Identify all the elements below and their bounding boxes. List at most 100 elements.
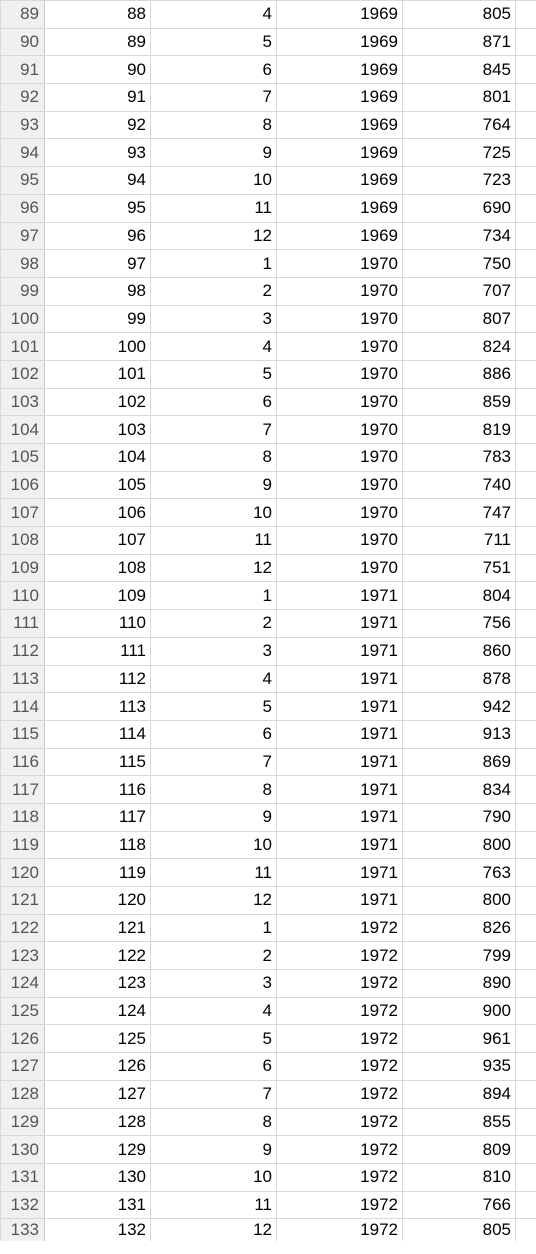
cell[interactable]: [516, 499, 536, 527]
cell[interactable]: 1969: [277, 28, 403, 56]
cell[interactable]: 7: [151, 748, 277, 776]
cell[interactable]: 801: [403, 84, 516, 112]
cell[interactable]: 128: [45, 1108, 151, 1136]
cell[interactable]: 12: [151, 554, 277, 582]
cell[interactable]: [516, 859, 536, 887]
row-header[interactable]: 119: [1, 831, 45, 859]
cell[interactable]: 1972: [277, 1219, 403, 1241]
row-header[interactable]: 128: [1, 1080, 45, 1108]
cell[interactable]: 93: [45, 139, 151, 167]
cell[interactable]: 5: [151, 28, 277, 56]
cell[interactable]: [516, 56, 536, 84]
cell[interactable]: [516, 444, 536, 472]
cell[interactable]: [516, 803, 536, 831]
cell[interactable]: 766: [403, 1191, 516, 1219]
cell[interactable]: 1970: [277, 250, 403, 278]
cell[interactable]: 112: [45, 665, 151, 693]
cell[interactable]: 707: [403, 277, 516, 305]
cell[interactable]: 756: [403, 610, 516, 638]
cell[interactable]: 117: [45, 803, 151, 831]
cell[interactable]: [516, 333, 536, 361]
cell[interactable]: 1971: [277, 748, 403, 776]
cell[interactable]: 114: [45, 720, 151, 748]
cell[interactable]: 5: [151, 360, 277, 388]
cell[interactable]: 132: [45, 1219, 151, 1241]
cell[interactable]: [516, 831, 536, 859]
row-header[interactable]: 90: [1, 28, 45, 56]
cell[interactable]: 740: [403, 471, 516, 499]
cell[interactable]: 1972: [277, 1163, 403, 1191]
cell[interactable]: 942: [403, 693, 516, 721]
cell[interactable]: 124: [45, 997, 151, 1025]
cell[interactable]: 12: [151, 222, 277, 250]
cell[interactable]: 123: [45, 970, 151, 998]
cell[interactable]: [516, 637, 536, 665]
row-header[interactable]: 93: [1, 111, 45, 139]
cell[interactable]: 88: [45, 1, 151, 29]
cell[interactable]: [516, 360, 536, 388]
cell[interactable]: 94: [45, 167, 151, 195]
cell[interactable]: 734: [403, 222, 516, 250]
cell[interactable]: 10: [151, 831, 277, 859]
cell[interactable]: [516, 914, 536, 942]
cell[interactable]: 102: [45, 388, 151, 416]
cell[interactable]: [516, 527, 536, 555]
cell[interactable]: [516, 1219, 536, 1241]
cell[interactable]: [516, 250, 536, 278]
cell[interactable]: 6: [151, 1053, 277, 1081]
cell[interactable]: 886: [403, 360, 516, 388]
cell[interactable]: 961: [403, 1025, 516, 1053]
cell[interactable]: 126: [45, 1053, 151, 1081]
cell[interactable]: [516, 277, 536, 305]
cell[interactable]: 127: [45, 1080, 151, 1108]
cell[interactable]: 8: [151, 444, 277, 472]
row-header[interactable]: 129: [1, 1108, 45, 1136]
cell[interactable]: [516, 1053, 536, 1081]
row-header[interactable]: 133: [1, 1219, 45, 1241]
cell[interactable]: 1969: [277, 222, 403, 250]
cell[interactable]: 763: [403, 859, 516, 887]
cell[interactable]: 1971: [277, 776, 403, 804]
cell[interactable]: 120: [45, 887, 151, 915]
row-header[interactable]: 100: [1, 305, 45, 333]
cell[interactable]: 1972: [277, 914, 403, 942]
cell[interactable]: 723: [403, 167, 516, 195]
cell[interactable]: 6: [151, 720, 277, 748]
cell[interactable]: 111: [45, 637, 151, 665]
cell[interactable]: 7: [151, 1080, 277, 1108]
cell[interactable]: 12: [151, 887, 277, 915]
row-header[interactable]: 104: [1, 416, 45, 444]
cell[interactable]: 1971: [277, 637, 403, 665]
cell[interactable]: 1972: [277, 1080, 403, 1108]
cell[interactable]: 783: [403, 444, 516, 472]
cell[interactable]: [516, 167, 536, 195]
row-header[interactable]: 125: [1, 997, 45, 1025]
cell[interactable]: 1: [151, 582, 277, 610]
cell[interactable]: 131: [45, 1191, 151, 1219]
cell[interactable]: 97: [45, 250, 151, 278]
cell[interactable]: 790: [403, 803, 516, 831]
cell[interactable]: [516, 1136, 536, 1164]
cell[interactable]: [516, 139, 536, 167]
cell[interactable]: 7: [151, 84, 277, 112]
row-header[interactable]: 107: [1, 499, 45, 527]
cell[interactable]: 118: [45, 831, 151, 859]
cell[interactable]: 819: [403, 416, 516, 444]
row-header[interactable]: 118: [1, 803, 45, 831]
cell[interactable]: 805: [403, 1219, 516, 1241]
cell[interactable]: 1970: [277, 554, 403, 582]
cell[interactable]: 104: [45, 444, 151, 472]
cell[interactable]: 121: [45, 914, 151, 942]
cell[interactable]: 690: [403, 194, 516, 222]
cell[interactable]: 1969: [277, 1, 403, 29]
row-header[interactable]: 116: [1, 748, 45, 776]
cell[interactable]: 1971: [277, 831, 403, 859]
cell[interactable]: [516, 471, 536, 499]
cell[interactable]: 894: [403, 1080, 516, 1108]
cell[interactable]: 1972: [277, 970, 403, 998]
cell[interactable]: 125: [45, 1025, 151, 1053]
cell[interactable]: [516, 1163, 536, 1191]
cell[interactable]: 913: [403, 720, 516, 748]
row-header[interactable]: 102: [1, 360, 45, 388]
cell[interactable]: [516, 665, 536, 693]
